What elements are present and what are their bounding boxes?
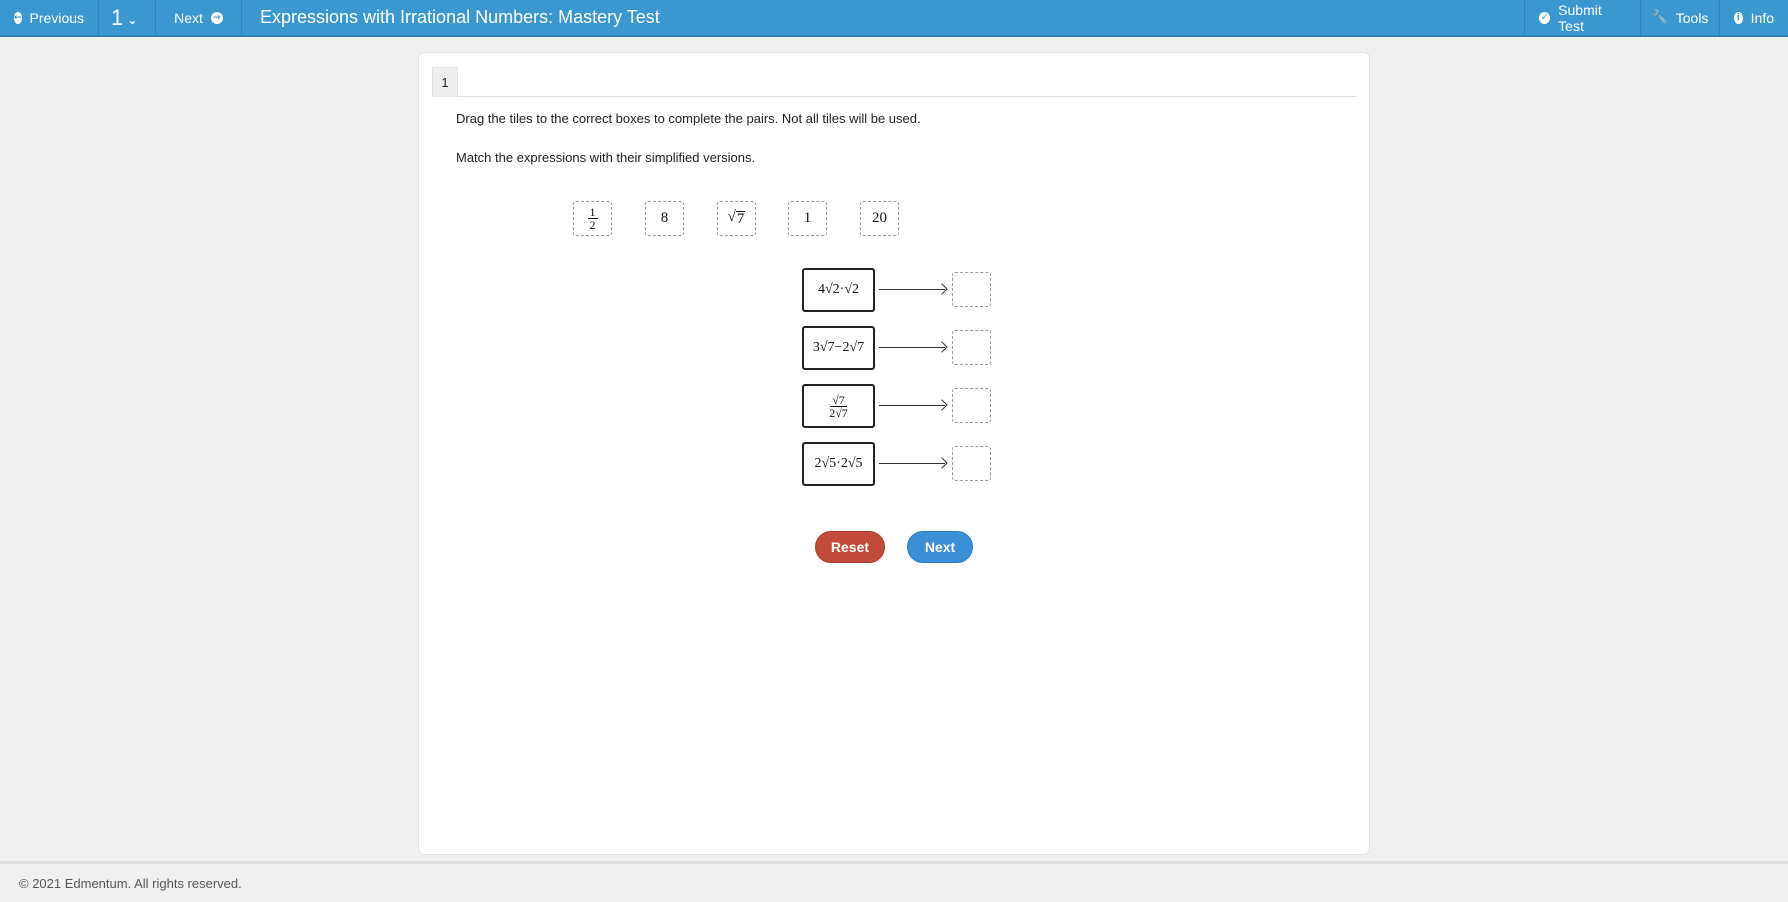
tile-one-half[interactable]: 1 2: [573, 201, 612, 236]
pair-row: 4√2·√2: [802, 268, 992, 312]
arrow-left-circle-icon: ←: [14, 11, 22, 24]
test-title: Expressions with Irrational Numbers: Mas…: [260, 7, 660, 27]
info-button[interactable]: i Info: [1719, 0, 1788, 35]
wrench-icon: 🔧: [1651, 10, 1668, 25]
arrow-right-icon: [879, 405, 945, 406]
drop-target[interactable]: [952, 446, 991, 481]
chevron-down-icon: ⌄: [127, 12, 138, 27]
submit-test-label: Submit Test: [1558, 1, 1602, 34]
drop-target[interactable]: [952, 388, 991, 423]
drop-target[interactable]: [952, 272, 991, 307]
reset-button[interactable]: Reset: [815, 531, 885, 563]
expression-box: √7 2√7: [802, 384, 875, 428]
prompt-text: Match the expressions with their simplif…: [456, 150, 756, 165]
question-tab-strip: 1: [432, 67, 1356, 97]
arrow-right-circle-icon: →: [210, 11, 223, 24]
tile-20-value: 20: [872, 210, 887, 226]
tile-20[interactable]: 20: [860, 201, 899, 236]
pair-row: √7 2√7: [802, 384, 992, 428]
tile-8-value: 8: [660, 210, 669, 226]
footer-divider: [0, 861, 1788, 864]
expression-box: 2√5·2√5: [802, 442, 875, 486]
radical: √ 7: [727, 209, 746, 228]
next-button[interactable]: Next: [907, 531, 973, 563]
question-tab[interactable]: 1: [432, 67, 458, 97]
expression-box: 3√7−2√7: [802, 326, 875, 370]
fraction: √7 2√7: [829, 392, 848, 420]
question-card: 1 Drag the tiles to the correct boxes to…: [418, 52, 1370, 855]
tools-label: Tools: [1675, 9, 1709, 26]
arrow-right-icon: [879, 289, 945, 290]
check-circle-icon: ✓: [1539, 11, 1551, 24]
tile-sqrt-7[interactable]: √ 7: [717, 201, 756, 236]
tile-1-value: 1: [803, 210, 812, 226]
previous-button[interactable]: ← Previous: [0, 0, 99, 35]
instruction-text: Drag the tiles to the correct boxes to c…: [456, 111, 921, 126]
submit-test-button[interactable]: ✓ Submit Test: [1524, 0, 1640, 35]
tile-8[interactable]: 8: [645, 201, 684, 236]
pair-row: 2√5·2√5: [802, 442, 992, 486]
pair-row: 3√7−2√7: [802, 326, 992, 370]
arrow-right-icon: [879, 347, 945, 348]
next-nav-label: Next: [174, 9, 203, 26]
question-number: 1: [111, 4, 124, 30]
expression-box: 4√2·√2: [802, 268, 875, 312]
fraction: 1 2: [587, 205, 598, 232]
top-navigation-bar: ← Previous 1 ⌄ Next → Expressions with I…: [0, 0, 1788, 37]
question-number-dropdown[interactable]: 1 ⌄: [99, 0, 156, 35]
copyright-text: © 2021 Edmentum. All rights reserved.: [19, 876, 242, 891]
tools-button[interactable]: 🔧 Tools: [1640, 0, 1719, 35]
arrow-right-icon: [879, 463, 945, 464]
previous-label: Previous: [29, 9, 85, 26]
info-label: Info: [1750, 9, 1774, 26]
next-nav-button[interactable]: Next →: [156, 0, 242, 35]
tile-1[interactable]: 1: [788, 201, 827, 236]
info-circle-icon: i: [1734, 11, 1743, 24]
drop-target[interactable]: [952, 330, 991, 365]
